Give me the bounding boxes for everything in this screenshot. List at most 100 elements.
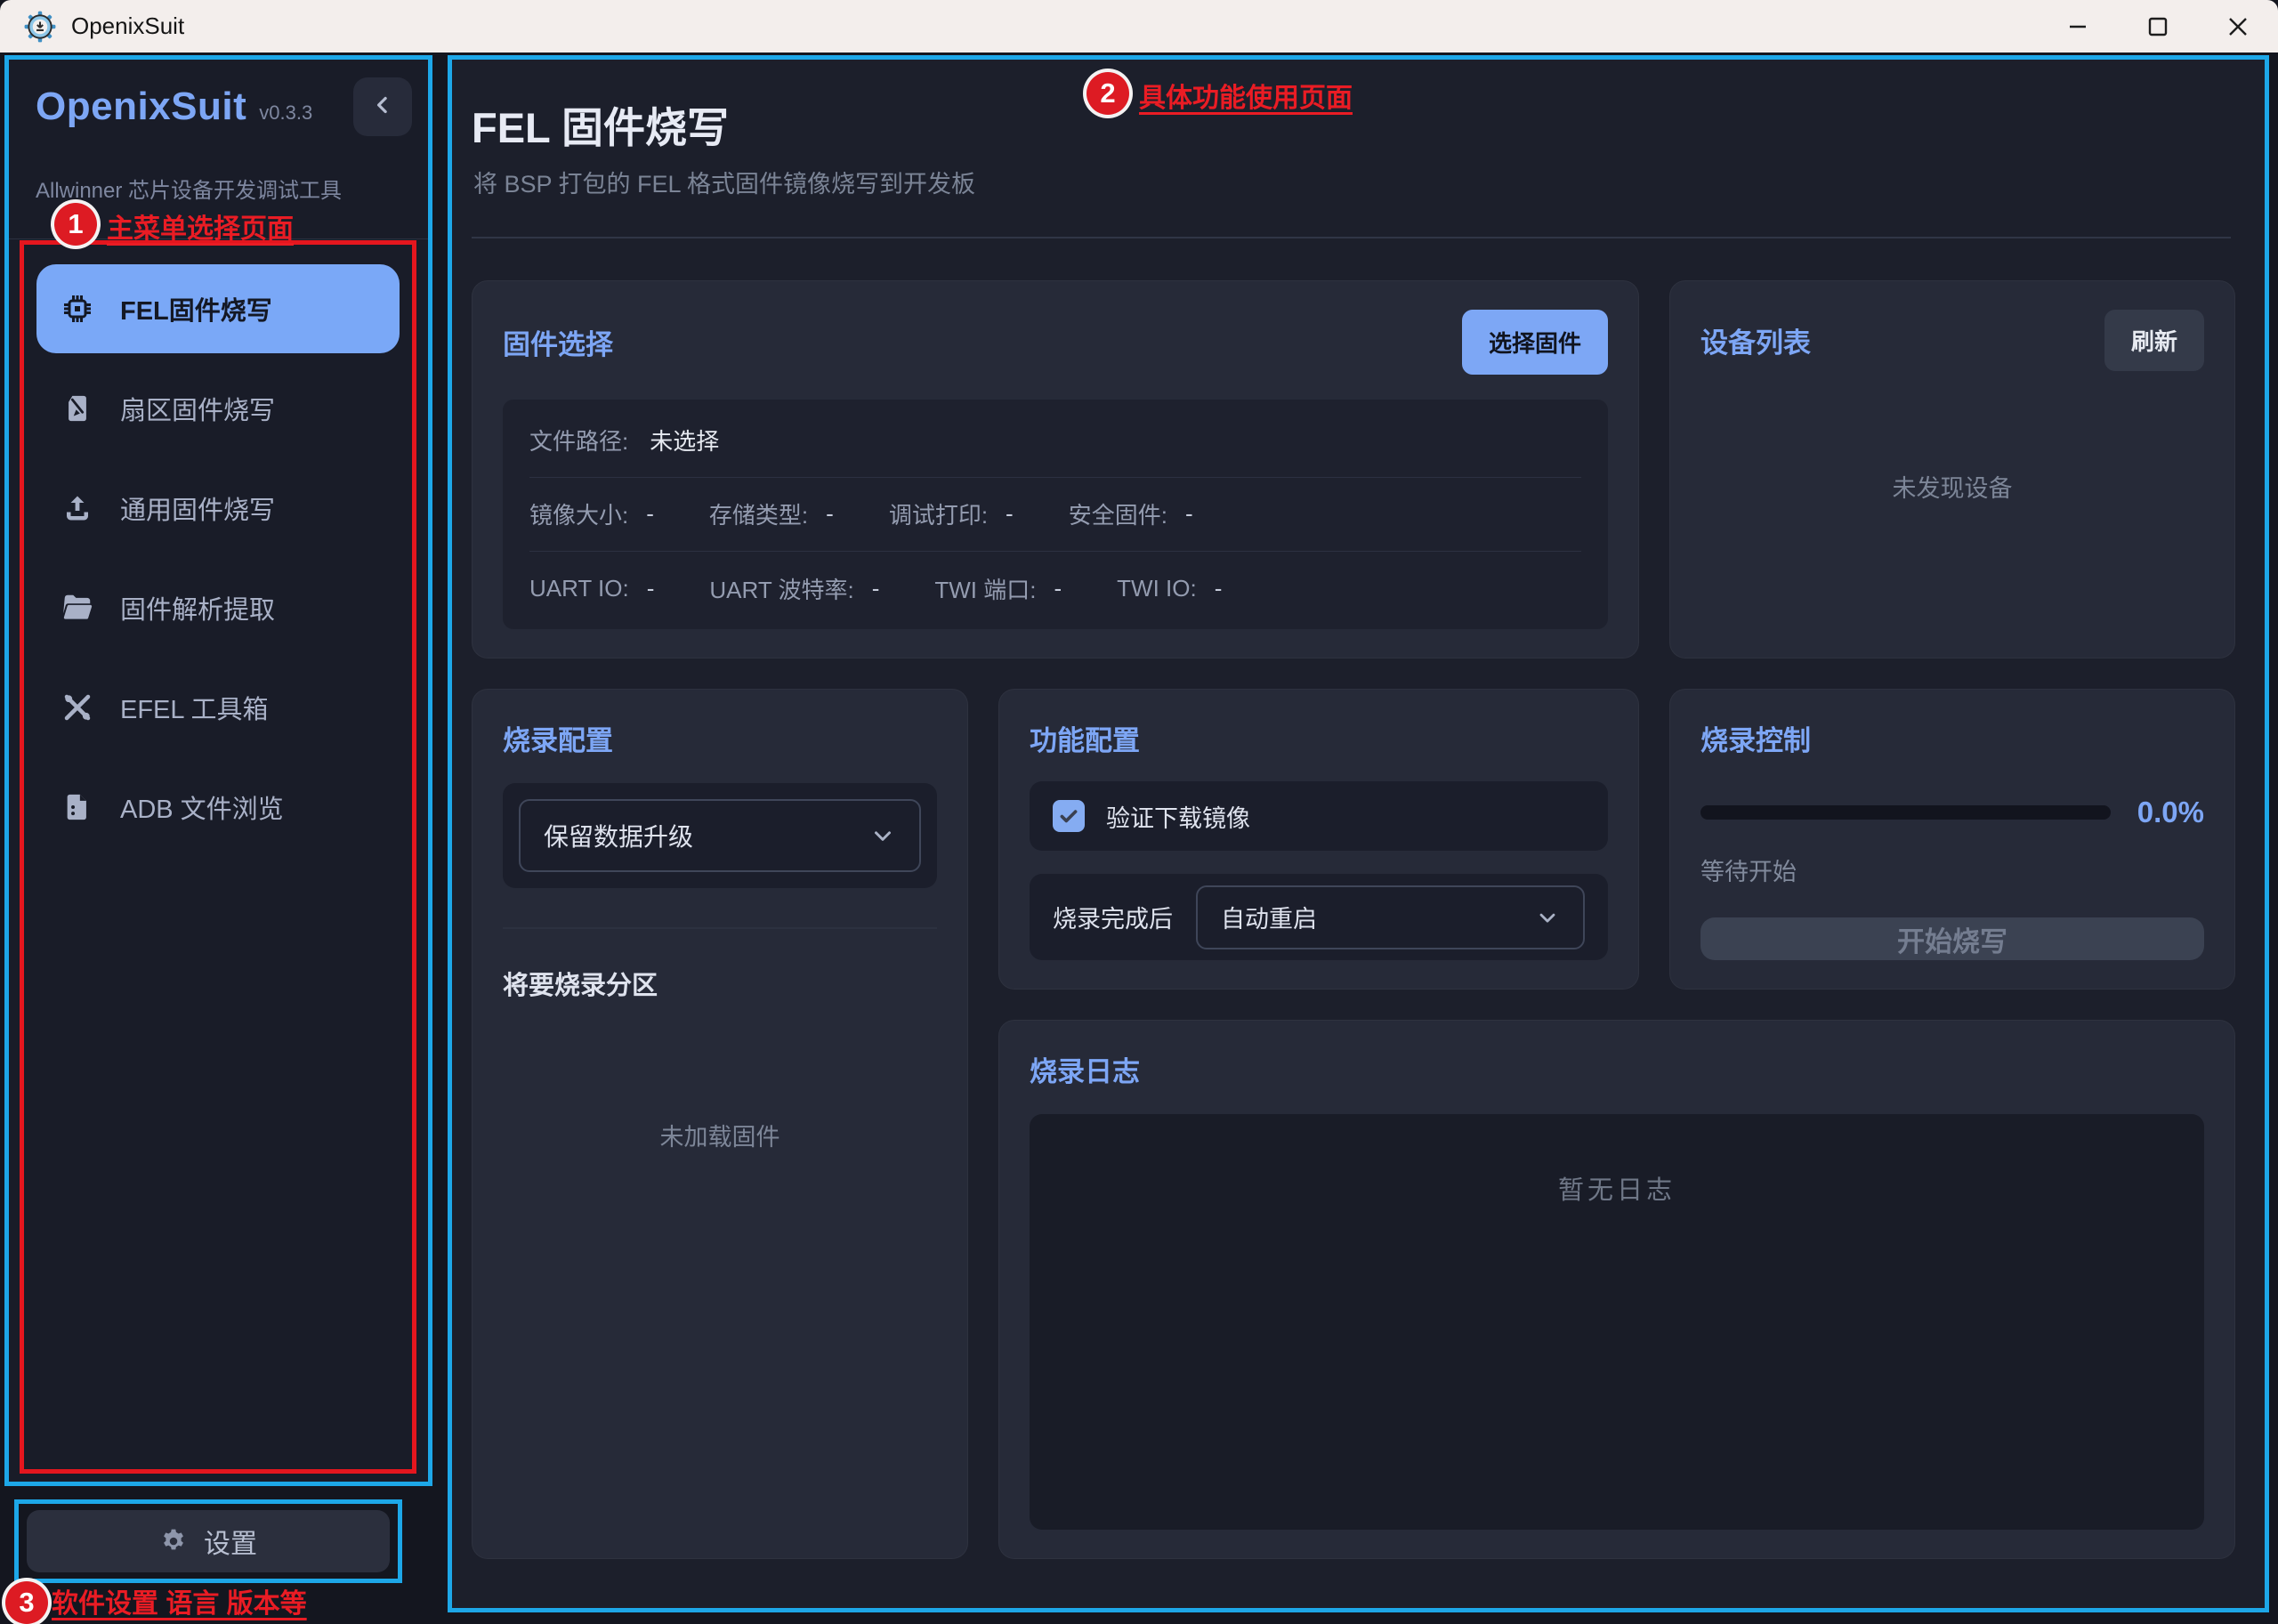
menu-annotation-red-box: FEL固件烧写 扇区固件烧写 (20, 240, 416, 1474)
twi-io-label: TWI IO: (1117, 575, 1197, 602)
after-burn-row: 烧录完成后 自动重启 (1030, 874, 1608, 960)
uart-baud-label: UART 波特率: (709, 572, 853, 605)
burn-log-card: 烧录日志 暂无日志 (998, 1020, 2235, 1559)
partitions-title: 将要烧录分区 (503, 965, 937, 1002)
annotation-circle-2: 2 (1086, 72, 1129, 115)
settings-annotation-cyan-box: 设置 (14, 1499, 402, 1583)
feature-config-card: 功能配置 验证下载镜像 烧录完成后 自动重启 (998, 689, 1639, 990)
burn-mode-wrap: 保留数据升级 (503, 783, 937, 888)
page-title: FEL 固件烧写 (472, 93, 729, 155)
sidebar-item-label: FEL固件烧写 (120, 290, 272, 327)
burn-control-title: 烧录控制 (1700, 718, 2204, 758)
burn-control-card: 烧录控制 0.0% 等待开始 开始烧写 (1669, 689, 2235, 990)
twi-io-value: - (1215, 575, 1223, 602)
header-divider (472, 237, 2231, 238)
storage-type-label: 存储类型: (709, 497, 808, 530)
device-list-title: 设备列表 (1700, 320, 1811, 360)
verify-row: 验证下载镜像 (1030, 781, 1608, 851)
sidebar-item-label: ADB 文件浏览 (120, 788, 284, 826)
app-version: v0.3.3 (259, 101, 312, 125)
annotation-circle-1: 1 (54, 203, 97, 246)
after-burn-value: 自动重启 (1221, 900, 1317, 934)
sidebar-item-adb-files[interactable]: ADB 文件浏览 (36, 763, 400, 852)
after-burn-select[interactable]: 自动重启 (1196, 885, 1585, 949)
settings-button[interactable]: 设置 (27, 1510, 390, 1572)
burn-config-card: 烧录配置 保留数据升级 将要烧录分区 未加载固件 (472, 689, 968, 1559)
cpu-icon (60, 291, 95, 327)
firmware-select-title: 固件选择 (503, 322, 613, 362)
image-size-value: - (646, 500, 654, 528)
progress-percent: 0.0% (2137, 796, 2204, 829)
divider (529, 551, 1581, 552)
storage-type-value: - (826, 500, 834, 528)
secure-firmware-label: 安全固件: (1069, 497, 1167, 530)
partitions-empty: 未加载固件 (503, 1118, 937, 1152)
main-panel: FEL 固件烧写 将 BSP 打包的 FEL 格式固件镜像烧写到开发板 固件选择… (448, 55, 2269, 1612)
gear-icon (159, 1527, 188, 1555)
burn-mode-value: 保留数据升级 (544, 818, 693, 853)
start-burn-button[interactable]: 开始烧写 (1700, 917, 2204, 960)
sidebar-item-label: 通用固件烧写 (120, 489, 275, 527)
annotation-circle-3: 3 (5, 1581, 48, 1624)
annotation-text-1: 主菜单选择页面 (107, 206, 294, 246)
feature-config-title: 功能配置 (1030, 718, 1608, 758)
burn-config-title: 烧录配置 (503, 718, 937, 758)
sidebar-item-label: 扇区固件烧写 (120, 390, 275, 427)
divider (529, 477, 1581, 478)
upload-icon (60, 490, 95, 526)
device-list-empty: 未发现设备 (1700, 469, 2204, 504)
sidebar: OpenixSuit v0.3.3 Allwinner 芯片设备开发调试工具 F… (0, 53, 442, 1616)
twi-port-value: - (1054, 575, 1062, 602)
file-path-label: 文件路径: (529, 424, 628, 456)
file-icon (60, 789, 95, 825)
debug-print-label: 调试打印: (889, 497, 988, 530)
window-title: OpenixSuit (71, 12, 184, 40)
sidebar-item-label: EFEL 工具箱 (120, 689, 269, 726)
chevron-down-icon (1535, 905, 1560, 930)
annotation-text-3: 软件设置 语言 版本等 (52, 1581, 307, 1620)
app-gear-icon (23, 10, 57, 44)
uart-io-label: UART IO: (529, 575, 629, 602)
uart-io-value: - (647, 575, 655, 602)
refresh-button[interactable]: 刷新 (2104, 310, 2204, 371)
sidebar-item-label: 固件解析提取 (120, 589, 275, 626)
twi-port-label: TWI 端口: (934, 572, 1036, 605)
burn-log-title: 烧录日志 (1030, 1049, 2204, 1089)
divider (503, 927, 937, 929)
image-size-label: 镜像大小: (529, 497, 628, 530)
burn-mode-select[interactable]: 保留数据升级 (519, 799, 921, 872)
debug-print-value: - (1006, 500, 1014, 528)
minimize-button[interactable] (2038, 0, 2118, 53)
choose-firmware-button[interactable]: 选择固件 (1462, 310, 1608, 375)
sdcard-icon (60, 391, 95, 426)
sidebar-item-sector-flash[interactable]: 扇区固件烧写 (36, 364, 400, 453)
sidebar-subtitle: Allwinner 芯片设备开发调试工具 (36, 173, 342, 204)
chevron-down-icon (869, 822, 896, 849)
sidebar-item-generic-flash[interactable]: 通用固件烧写 (36, 464, 400, 553)
window-titlebar: OpenixSuit (0, 0, 2278, 53)
maximize-button[interactable] (2118, 0, 2198, 53)
firmware-select-card: 固件选择 选择固件 文件路径: 未选择 镜像大小:- 存储类型:- 调试打印:-… (472, 280, 1639, 658)
log-area[interactable]: 暂无日志 (1030, 1114, 2204, 1530)
folder-open-icon (60, 590, 95, 626)
burn-status: 等待开始 (1700, 852, 2204, 887)
page-subtitle: 将 BSP 打包的 FEL 格式固件镜像烧写到开发板 (473, 165, 975, 199)
file-path-value: 未选择 (650, 424, 719, 456)
sidebar-item-firmware-extract[interactable]: 固件解析提取 (36, 563, 400, 652)
verify-label: 验证下载镜像 (1106, 799, 1250, 834)
after-burn-label: 烧录完成后 (1053, 900, 1173, 934)
sidebar-collapse-button[interactable] (353, 77, 412, 136)
sidebar-item-efel-toolbox[interactable]: EFEL 工具箱 (36, 663, 400, 752)
sidebar-item-fel-flash[interactable]: FEL固件烧写 (36, 264, 400, 353)
device-list-card: 设备列表 刷新 未发现设备 (1669, 280, 2235, 658)
verify-checkbox[interactable] (1053, 800, 1085, 832)
secure-firmware-value: - (1185, 500, 1193, 528)
app-logo: OpenixSuit (36, 85, 246, 129)
chevron-left-icon (369, 92, 396, 123)
close-button[interactable] (2198, 0, 2278, 53)
firmware-info-panel: 文件路径: 未选择 镜像大小:- 存储类型:- 调试打印:- 安全固件:- UA… (503, 400, 1608, 629)
progress-bar (1700, 805, 2111, 820)
tools-icon (60, 690, 95, 725)
annotation-text-2: 具体功能使用页面 (1139, 76, 1353, 115)
log-empty-placeholder: 暂无日志 (1558, 1175, 1676, 1205)
